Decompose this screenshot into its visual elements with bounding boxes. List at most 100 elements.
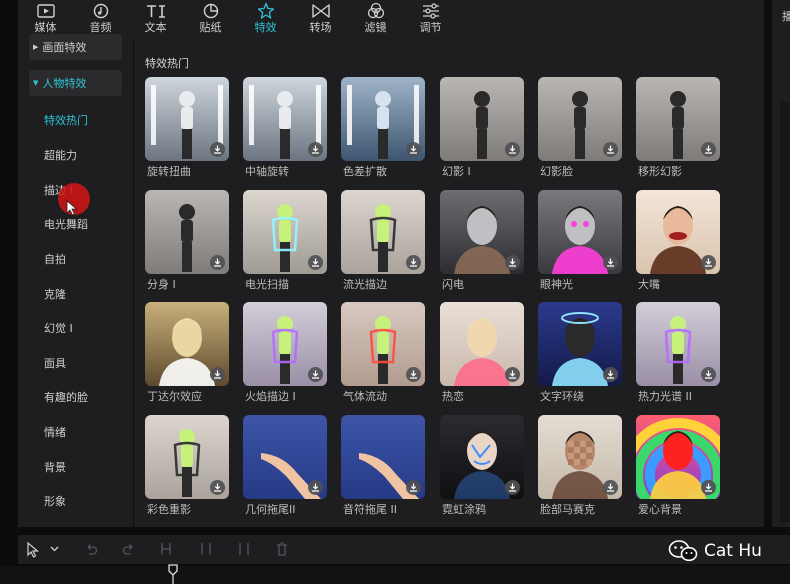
effect-card[interactable]: 幻影脸 [538, 77, 622, 178]
redo-icon[interactable] [122, 542, 136, 556]
playhead-marker[interactable] [168, 564, 178, 584]
download-icon[interactable] [210, 480, 225, 495]
effect-card[interactable]: 旋转扭曲 [145, 77, 229, 178]
effect-thumbnail [243, 77, 327, 161]
effect-label: 色差扩散 [343, 165, 387, 178]
effect-card[interactable]: 文字环绕 [538, 302, 622, 403]
download-icon[interactable] [406, 255, 421, 270]
effect-thumbnail [243, 415, 327, 499]
download-icon[interactable] [505, 367, 520, 382]
effect-card[interactable]: 气体流动 [341, 302, 425, 403]
tab-filter[interactable]: 滤镜 [348, 0, 403, 40]
effect-card[interactable]: 电光扫描 [243, 190, 327, 291]
tab-adjust[interactable]: 调节 [403, 0, 458, 40]
download-icon[interactable] [603, 480, 618, 495]
effect-thumbnail [440, 415, 524, 499]
effect-card[interactable]: 音符拖尾 II [341, 415, 425, 516]
category-screen-effects[interactable]: ▶ 画面特效 [29, 34, 122, 60]
sidebar-item-mask[interactable]: 面具 [44, 355, 66, 371]
download-icon[interactable] [701, 480, 716, 495]
download-icon[interactable] [406, 480, 421, 495]
effect-label: 移形幻影 [638, 165, 682, 178]
effect-card[interactable]: 彩色重影 [145, 415, 229, 516]
download-icon[interactable] [505, 255, 520, 270]
tab-sticker[interactable]: 贴纸 [183, 0, 238, 40]
effect-card[interactable]: 眼神光 [538, 190, 622, 291]
sidebar-item-selfie[interactable]: 自拍 [44, 251, 66, 267]
media-icon [36, 2, 56, 20]
download-icon[interactable] [308, 142, 323, 157]
effect-card[interactable]: 霓虹涂鸦 [440, 415, 524, 516]
select-tool-icon[interactable] [27, 542, 39, 558]
sidebar-item-emotion[interactable]: 情绪 [44, 424, 66, 440]
mouse-pointer-icon [66, 200, 78, 216]
download-icon[interactable] [505, 142, 520, 157]
sidebar-item-avatar[interactable]: 形象 [44, 493, 66, 509]
effect-label: 闪电 [442, 278, 464, 291]
effect-label: 幻影脸 [540, 165, 573, 178]
download-icon[interactable] [210, 367, 225, 382]
split-left-icon[interactable] [200, 542, 212, 556]
effect-card[interactable]: 闪电 [440, 190, 524, 291]
tab-text[interactable]: 文本 [128, 0, 183, 40]
download-icon[interactable] [603, 367, 618, 382]
effects-sidebar: ▶ 画面特效 ▼ 人物特效 特效热门 超能力 描边 I 电光舞蹈 自拍 克隆 幻… [18, 34, 133, 527]
download-icon[interactable] [603, 142, 618, 157]
effect-card[interactable]: 丁达尔效应 [145, 302, 229, 403]
effect-card[interactable]: 色差扩散 [341, 77, 425, 178]
effect-card[interactable]: 火焰描边 I [243, 302, 327, 403]
tab-effects[interactable]: 特效 [238, 0, 293, 40]
tab-audio-label: 音频 [89, 21, 112, 34]
effect-thumbnail [636, 190, 720, 274]
sidebar-item-hot[interactable]: 特效热门 [44, 112, 88, 128]
effect-label: 中轴旋转 [245, 165, 289, 178]
effect-card[interactable]: 移形幻影 [636, 77, 720, 178]
effect-thumbnail [145, 302, 229, 386]
delete-icon[interactable] [276, 542, 288, 556]
download-icon[interactable] [308, 255, 323, 270]
effect-card[interactable]: 大嘴 [636, 190, 720, 291]
tab-filter-label: 滤镜 [364, 21, 387, 34]
effect-thumbnail [243, 190, 327, 274]
chevron-down-icon[interactable] [50, 546, 59, 552]
sidebar-item-electric-dance[interactable]: 电光舞蹈 [44, 216, 88, 232]
split-right-icon[interactable] [238, 542, 250, 556]
download-icon[interactable] [308, 367, 323, 382]
effect-card[interactable]: 脸部马赛克 [538, 415, 622, 516]
sidebar-item-illusion[interactable]: 幻觉 I [44, 320, 73, 336]
effect-label: 气体流动 [343, 390, 387, 403]
adjust-icon [421, 2, 441, 20]
download-icon[interactable] [701, 255, 716, 270]
category-person-effects[interactable]: ▼ 人物特效 [29, 70, 122, 96]
effect-card[interactable]: 中轴旋转 [243, 77, 327, 178]
download-icon[interactable] [308, 480, 323, 495]
effect-card[interactable]: 爱心背景 [636, 415, 720, 516]
sidebar-item-funny-face[interactable]: 有趣的脸 [44, 389, 88, 405]
download-icon[interactable] [701, 367, 716, 382]
effect-card[interactable]: 幻影 I [440, 77, 524, 178]
tab-transition[interactable]: 转场 [293, 0, 348, 40]
effect-card[interactable]: 分身 I [145, 190, 229, 291]
effect-label: 分身 I [147, 278, 176, 291]
download-icon[interactable] [406, 367, 421, 382]
effects-grid-panel: 特效热门 旋转扭曲 中轴旋转 色差扩散 幻影 I 幻影脸 移形幻影 分身 I 电光扫描 流光描边… [134, 40, 764, 527]
undo-icon[interactable] [84, 542, 98, 556]
effect-card[interactable]: 流光描边 [341, 190, 425, 291]
download-icon[interactable] [701, 142, 716, 157]
sidebar-item-clone[interactable]: 克隆 [44, 286, 66, 302]
download-icon[interactable] [406, 142, 421, 157]
sidebar-item-superpower[interactable]: 超能力 [44, 147, 77, 163]
sidebar-item-background[interactable]: 背景 [44, 459, 66, 475]
effect-label: 热恋 [442, 390, 464, 403]
effect-thumbnail [440, 77, 524, 161]
download-icon[interactable] [210, 142, 225, 157]
download-icon[interactable] [210, 255, 225, 270]
effect-card[interactable]: 几何拖尾II [243, 415, 327, 516]
effect-card[interactable]: 热力光谱 II [636, 302, 720, 403]
download-icon[interactable] [603, 255, 618, 270]
effect-thumbnail [341, 302, 425, 386]
effect-card[interactable]: 热恋 [440, 302, 524, 403]
effect-thumbnail [636, 77, 720, 161]
split-icon[interactable] [160, 542, 172, 556]
download-icon[interactable] [505, 480, 520, 495]
